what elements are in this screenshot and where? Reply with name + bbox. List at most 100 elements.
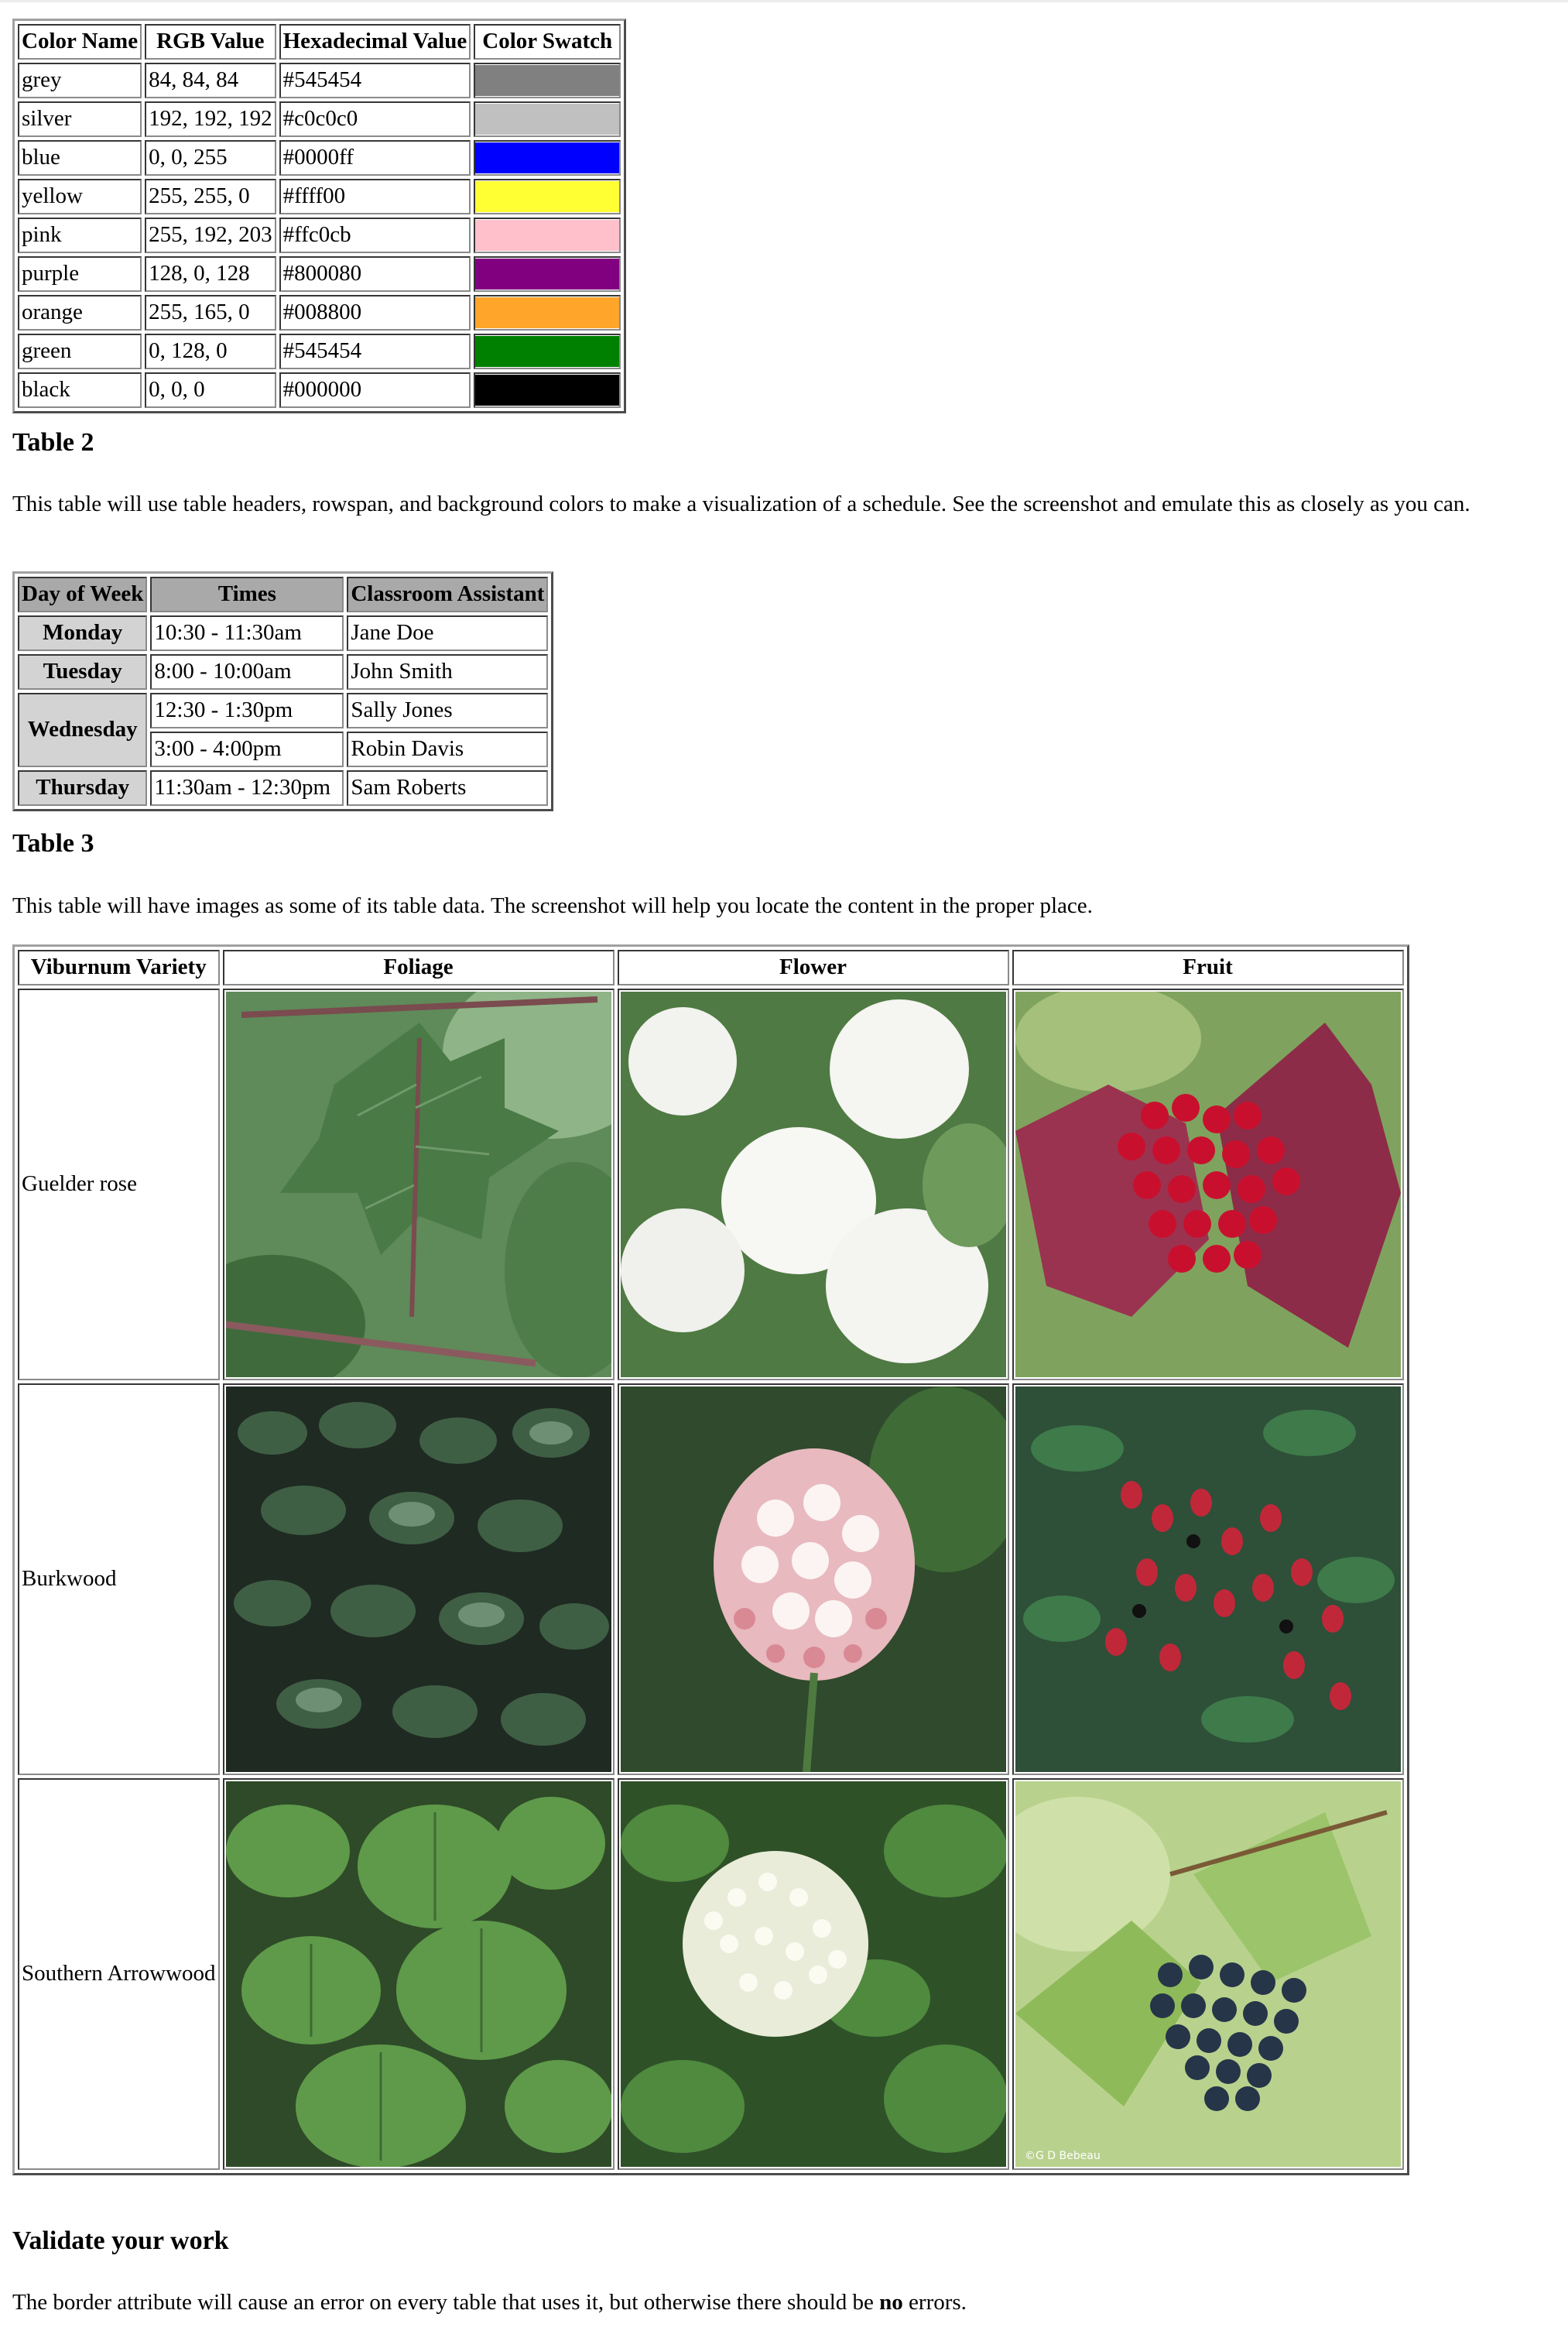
southern-arrowwood-fruit-image: ©G D Bebeau (1015, 1781, 1401, 2167)
color-swatch (474, 101, 621, 137)
color-row-pink: pink 255, 192, 203 #ffc0cb (18, 218, 621, 253)
color-name: pink (18, 218, 142, 253)
color-name: black (18, 372, 142, 408)
flower-photo-cell (617, 1383, 1009, 1775)
schedule-assistant: John Smith (347, 654, 549, 690)
color-row-yellow: yellow 255, 255, 0 #ffff00 (18, 179, 621, 214)
fruit-header: Fruit (1012, 950, 1404, 985)
color-swatch (474, 218, 621, 253)
schedule-row: Monday 10:30 - 11:30am Jane Doe (18, 615, 549, 651)
table2-heading: Table 2 (12, 428, 94, 457)
southern-arrowwood-foliage-image (225, 1781, 611, 2167)
top-rule (0, 0, 1568, 2)
day-monday: Monday (18, 615, 148, 651)
color-name: silver (18, 101, 142, 137)
viburnum-row: Southern Arrowwood ©G D Bebeau (18, 1778, 1404, 2170)
viburnum-variety-header: Viburnum Variety (18, 950, 220, 985)
color-swatch (474, 63, 621, 98)
color-name: yellow (18, 179, 142, 214)
color-name: purple (18, 256, 142, 292)
variety-name: Burkwood (18, 1383, 220, 1775)
guelder-rose-fruit-image (1015, 992, 1401, 1377)
rgb-value: 84, 84, 84 (145, 63, 276, 98)
hex-value: #800080 (279, 256, 471, 292)
schedule-row: Wednesday 12:30 - 1:30pm Sally Jones (18, 693, 549, 767)
hex-value: #ffff00 (279, 179, 471, 214)
schedule-time: 3:00 - 4:00pm (150, 732, 344, 767)
rgb-value: 128, 0, 128 (145, 256, 276, 292)
color-name: orange (18, 295, 142, 331)
fruit-photo-cell (1012, 1383, 1404, 1775)
rgb-value-header: RGB Value (145, 24, 276, 60)
hex-value: #545454 (279, 334, 471, 369)
color-swatch-fill (475, 181, 620, 212)
color-name-header: Color Name (18, 24, 142, 60)
color-row-silver: silver 192, 192, 192 #c0c0c0 (18, 101, 621, 137)
rgb-value: 255, 192, 203 (145, 218, 276, 253)
schedule-time: 11:30am - 12:30pm (150, 770, 344, 806)
southern-arrowwood-flower-image (620, 1781, 1006, 2167)
day-tuesday: Tuesday (18, 654, 148, 690)
color-table-body: grey 84, 84, 84 #545454 silver 192, 192, 192… (18, 63, 621, 408)
viburnum-row: Guelder rose (18, 989, 1404, 1380)
color-table-header-row: Color Name RGB Value Hexadecimal Value C… (18, 24, 621, 60)
color-row-black: black 0, 0, 0 #000000 (18, 372, 621, 408)
schedule-table: Day of Week Times Classroom Assistant Mo… (12, 571, 554, 811)
rgb-value: 0, 0, 255 (145, 140, 276, 176)
schedule-assistant: Sam Roberts (347, 770, 549, 806)
rgb-value: 0, 0, 0 (145, 372, 276, 408)
foliage-photo-cell (222, 1383, 615, 1775)
burkwood-foliage-image (225, 1386, 611, 1772)
color-swatch-fill (475, 65, 620, 96)
flower-photo-cell (617, 1778, 1009, 2170)
color-swatch-fill (475, 375, 620, 406)
color-swatch-fill (475, 336, 620, 367)
schedule-assistant: Robin Davis (347, 732, 549, 767)
color-swatch (474, 256, 621, 292)
table3-heading: Table 3 (12, 829, 94, 858)
schedule-time: 10:30 - 11:30am (150, 615, 344, 651)
color-swatch (474, 295, 621, 331)
color-row-blue: blue 0, 0, 255 #0000ff (18, 140, 621, 176)
variety-name: Guelder rose (18, 989, 220, 1380)
hex-value: #008800 (279, 295, 471, 331)
color-row-green: green 0, 128, 0 #545454 (18, 334, 621, 369)
schedule-header-row: Day of Week Times Classroom Assistant (18, 577, 549, 612)
color-table: Color Name RGB Value Hexadecimal Value C… (12, 19, 627, 413)
rgb-value: 255, 165, 0 (145, 295, 276, 331)
viburnum-header-row: Viburnum Variety Foliage Flower Fruit (18, 950, 1404, 985)
color-swatch-fill (475, 104, 620, 135)
validate-text-after: errors. (902, 2290, 967, 2315)
schedule-time: 12:30 - 1:30pm (150, 693, 344, 728)
color-name: blue (18, 140, 142, 176)
table3-description: This table will have images as some of i… (12, 893, 1093, 918)
rgb-value: 0, 128, 0 (145, 334, 276, 369)
day-of-week-header: Day of Week (18, 577, 148, 612)
hex-value-header: Hexadecimal Value (279, 24, 471, 60)
rgb-value: 192, 192, 192 (145, 101, 276, 137)
color-swatch-fill (475, 220, 620, 251)
validate-text-before: The border attribute will cause an error… (12, 2290, 880, 2315)
classroom-assistant-header: Classroom Assistant (347, 577, 549, 612)
burkwood-flower-image (620, 1386, 1006, 1772)
variety-name: Southern Arrowwood (18, 1778, 220, 2170)
guelder-rose-foliage-image (225, 992, 611, 1377)
foliage-photo-cell (222, 1778, 615, 2170)
validate-heading: Validate your work (12, 2226, 229, 2255)
flower-header: Flower (617, 950, 1009, 985)
schedule-assistant: Sally Jones (347, 693, 549, 728)
foliage-photo-cell (222, 989, 615, 1380)
hex-value: #545454 (279, 63, 471, 98)
validate-emphasis: no (879, 2290, 903, 2315)
color-swatch (474, 179, 621, 214)
validate-text: The border attribute will cause an error… (12, 2288, 1545, 2317)
color-swatch-header: Color Swatch (474, 24, 621, 60)
color-row-grey: grey 84, 84, 84 #545454 (18, 63, 621, 98)
color-swatch (474, 140, 621, 176)
foliage-header: Foliage (222, 950, 615, 985)
hex-value: #0000ff (279, 140, 471, 176)
color-swatch (474, 334, 621, 369)
burkwood-fruit-image (1015, 1386, 1401, 1772)
flower-photo-cell (617, 989, 1009, 1380)
viburnum-row: Burkwood (18, 1383, 1404, 1775)
